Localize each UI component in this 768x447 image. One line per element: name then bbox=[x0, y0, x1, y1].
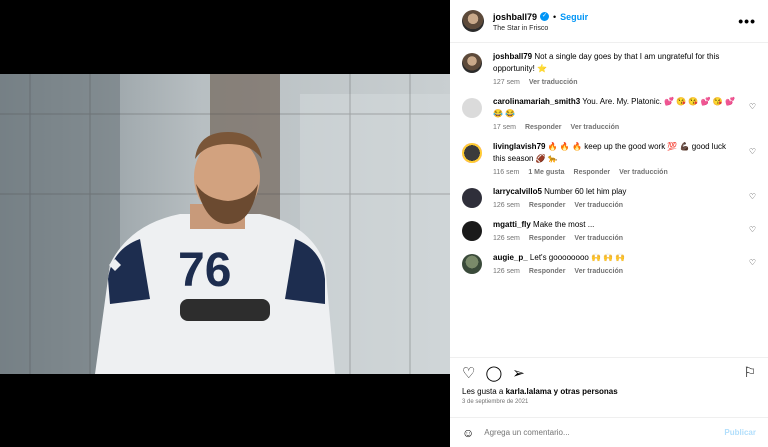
comment-username[interactable]: larrycalvillo5 bbox=[493, 187, 542, 196]
publish-button[interactable]: Publicar bbox=[724, 428, 756, 437]
avatar[interactable] bbox=[462, 53, 482, 73]
post-header: joshball79 ✓ • Seguir The Star in Frisco… bbox=[450, 0, 768, 43]
share-paper-plane-icon[interactable]: ➢ bbox=[512, 364, 525, 382]
avatar[interactable] bbox=[462, 143, 482, 163]
comment-text: Number 60 let him play bbox=[544, 187, 627, 196]
comment-time[interactable]: 126 sem bbox=[493, 235, 520, 242]
caption: joshball79 Not a single day goes by that… bbox=[462, 51, 756, 86]
avatar[interactable] bbox=[462, 221, 482, 241]
avatar[interactable] bbox=[462, 188, 482, 208]
comment-text: Let's goooooooo 🙌 🙌 🙌 bbox=[529, 253, 626, 262]
likes-prefix: Les gusta a bbox=[462, 387, 504, 396]
reply-link[interactable]: Responder bbox=[574, 169, 611, 176]
translate-link[interactable]: Ver traducción bbox=[574, 268, 623, 275]
like-comment-heart-icon[interactable]: ♡ bbox=[749, 225, 756, 234]
comment-text: Make the most ... bbox=[533, 220, 595, 229]
comment-input[interactable] bbox=[484, 428, 725, 437]
media-panel: 76 bbox=[0, 0, 450, 447]
separator-dot: • bbox=[553, 11, 557, 22]
translate-link[interactable]: Ver traducción bbox=[574, 235, 623, 242]
post-side-panel: joshball79 ✓ • Seguir The Star in Frisco… bbox=[450, 0, 768, 447]
post-photo[interactable]: 76 bbox=[0, 74, 450, 374]
translate-link[interactable]: Ver traducción bbox=[619, 169, 668, 176]
like-comment-heart-icon[interactable]: ♡ bbox=[749, 258, 756, 267]
comment-likes[interactable]: 1 Me gusta bbox=[528, 169, 564, 176]
comment: livinglavish79 🔥 🔥 🔥 keep up the good wo… bbox=[462, 141, 756, 176]
comment-username[interactable]: livinglavish79 bbox=[493, 142, 545, 151]
likes-suffix[interactable]: y otras personas bbox=[554, 387, 618, 396]
like-comment-heart-icon[interactable]: ♡ bbox=[749, 147, 756, 156]
likes-user[interactable]: karla.lalama bbox=[506, 387, 552, 396]
post-actions-bar: ♡ ◯ ➢ ⚐ bbox=[450, 357, 768, 387]
likes-summary: Les gusta a karla.lalama y otras persona… bbox=[450, 387, 768, 396]
comment: carolinamariah_smith3 You. Are. My. Plat… bbox=[462, 96, 756, 131]
caption-username[interactable]: joshball79 bbox=[493, 52, 532, 61]
translate-link[interactable]: Ver traducción bbox=[529, 79, 578, 86]
comment-time[interactable]: 116 sem bbox=[493, 169, 519, 176]
follow-button[interactable]: Seguir bbox=[560, 11, 588, 23]
comment-username[interactable]: carolinamariah_smith3 bbox=[493, 97, 580, 106]
header-username[interactable]: joshball79 bbox=[493, 11, 537, 23]
like-heart-icon[interactable]: ♡ bbox=[462, 364, 475, 382]
comment-time[interactable]: 126 sem bbox=[493, 202, 520, 209]
instagram-post-modal: 76 joshball79 ✓ • Seguir The Star in Fri… bbox=[0, 0, 768, 447]
emoji-icon[interactable]: ☺ bbox=[462, 426, 474, 440]
translate-link[interactable]: Ver traducción bbox=[574, 202, 623, 209]
save-bookmark-icon[interactable]: ⚐ bbox=[743, 364, 756, 381]
translate-link[interactable]: Ver traducción bbox=[571, 124, 620, 131]
comments-list[interactable]: joshball79 Not a single day goes by that… bbox=[450, 43, 768, 357]
more-options-icon[interactable]: ••• bbox=[738, 13, 756, 29]
reply-link[interactable]: Responder bbox=[529, 268, 566, 275]
comment: mgatti_fly Make the most ... 126 sem Res… bbox=[462, 219, 756, 242]
reply-link[interactable]: Responder bbox=[525, 124, 562, 131]
avatar[interactable] bbox=[462, 10, 484, 32]
post-date[interactable]: 3 de septiembre de 2021 bbox=[450, 396, 768, 405]
comment-time[interactable]: 126 sem bbox=[493, 268, 520, 275]
comment: augie_p_ Let's goooooooo 🙌 🙌 🙌 126 sem R… bbox=[462, 252, 756, 275]
reply-link[interactable]: Responder bbox=[529, 235, 566, 242]
reply-link[interactable]: Responder bbox=[529, 202, 566, 209]
svg-text:76: 76 bbox=[178, 244, 231, 297]
verified-icon: ✓ bbox=[540, 12, 550, 21]
like-comment-heart-icon[interactable]: ♡ bbox=[749, 192, 756, 201]
comment-bubble-icon[interactable]: ◯ bbox=[485, 364, 502, 382]
avatar[interactable] bbox=[462, 254, 482, 274]
comment-username[interactable]: mgatti_fly bbox=[493, 220, 531, 229]
location-link[interactable]: The Star in Frisco bbox=[493, 25, 738, 32]
comment-time[interactable]: 17 sem bbox=[493, 124, 516, 131]
add-comment-bar: ☺ Publicar bbox=[450, 417, 768, 447]
football-player-image: 76 bbox=[0, 74, 450, 374]
like-comment-heart-icon[interactable]: ♡ bbox=[749, 102, 756, 111]
comment: larrycalvillo5 Number 60 let him play 12… bbox=[462, 186, 756, 209]
avatar[interactable] bbox=[462, 98, 482, 118]
comment-username[interactable]: augie_p_ bbox=[493, 253, 528, 262]
caption-time[interactable]: 127 sem bbox=[493, 79, 520, 86]
